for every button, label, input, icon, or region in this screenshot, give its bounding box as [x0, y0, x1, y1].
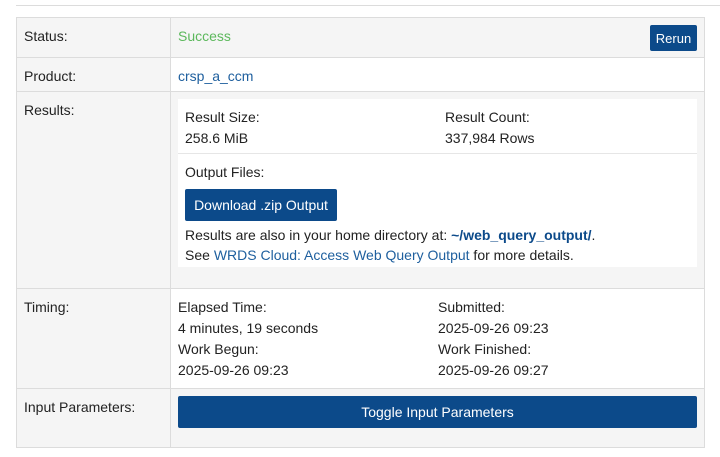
input-parameters-label: Input Parameters:	[24, 399, 136, 415]
elapsed-time: Elapsed Time: 4 minutes, 19 seconds	[178, 297, 318, 339]
results-box: Result Size: 258.6 MiB Result Count: 337…	[178, 99, 697, 267]
input-parameters-value-cell: Toggle Input Parameters	[170, 388, 705, 448]
home-directory-suffix: .	[591, 227, 596, 243]
home-directory-text: Results are also in your home directory …	[185, 227, 452, 243]
output-files: Output Files: Download .zip Output Resul…	[178, 154, 697, 265]
see-suffix: for more details.	[469, 247, 574, 263]
result-size: Result Size: 258.6 MiB	[185, 107, 260, 149]
status-label: Status:	[24, 28, 68, 44]
results-summary: Result Size: 258.6 MiB Result Count: 337…	[178, 99, 697, 154]
result-size-value: 258.6 MiB	[185, 130, 249, 146]
status-row: Status: Success Rerun	[16, 17, 705, 58]
work-begun-value: 2025-09-26 09:23	[178, 362, 289, 378]
home-directory-note: Results are also in your home directory …	[185, 225, 690, 245]
result-count: Result Count: 337,984 Rows	[445, 107, 535, 149]
status-value: Success	[178, 28, 231, 44]
result-size-label: Result Size:	[185, 109, 260, 125]
download-zip-button[interactable]: Download .zip Output	[185, 189, 337, 221]
result-count-value: 337,984 Rows	[445, 130, 535, 146]
timing-grid: Elapsed Time: 4 minutes, 19 seconds Subm…	[171, 289, 704, 388]
input-parameters-label-cell: Input Parameters:	[16, 388, 171, 448]
elapsed-time-label: Elapsed Time:	[178, 299, 267, 315]
job-details-table: Status: Success Rerun Product: crsp_a_cc…	[16, 17, 705, 448]
work-begun-label: Work Begun:	[178, 341, 259, 357]
toggle-input-parameters-button[interactable]: Toggle Input Parameters	[178, 396, 697, 428]
submitted-label: Submitted:	[438, 299, 505, 315]
work-finished-label: Work Finished:	[438, 341, 532, 357]
timing-label-cell: Timing:	[16, 288, 171, 389]
work-finished: Work Finished: 2025-09-26 09:27	[438, 339, 549, 381]
output-files-label: Output Files:	[185, 164, 265, 180]
submitted: Submitted: 2025-09-26 09:23	[438, 297, 549, 339]
timing-row: Timing: Elapsed Time: 4 minutes, 19 seco…	[16, 288, 705, 389]
home-directory-path: ~/web_query_output/	[451, 227, 592, 243]
results-label: Results:	[24, 102, 75, 118]
wrds-cloud-link[interactable]: WRDS Cloud: Access Web Query Output	[214, 247, 470, 263]
product-row: Product: crsp_a_ccm	[16, 57, 705, 92]
status-value-cell: Success Rerun	[170, 17, 705, 58]
timing-value-cell: Elapsed Time: 4 minutes, 19 seconds Subm…	[170, 288, 705, 389]
result-count-label: Result Count:	[445, 109, 530, 125]
work-finished-value: 2025-09-26 09:27	[438, 362, 549, 378]
timing-label: Timing:	[24, 299, 70, 315]
submitted-value: 2025-09-26 09:23	[438, 320, 549, 336]
work-begun: Work Begun: 2025-09-26 09:23	[178, 339, 289, 381]
top-divider	[16, 5, 720, 6]
results-value-cell: Result Size: 258.6 MiB Result Count: 337…	[170, 91, 705, 289]
results-label-cell: Results:	[16, 91, 171, 289]
see-more-note: See WRDS Cloud: Access Web Query Output …	[185, 245, 690, 265]
product-link[interactable]: crsp_a_ccm	[171, 58, 704, 84]
see-prefix: See	[185, 247, 214, 263]
product-value-cell: crsp_a_ccm	[170, 57, 705, 92]
rerun-button[interactable]: Rerun	[650, 25, 697, 51]
status-label-cell: Status:	[16, 17, 171, 58]
input-parameters-row: Input Parameters: Toggle Input Parameter…	[16, 388, 705, 448]
product-label: Product:	[24, 68, 77, 84]
elapsed-time-value: 4 minutes, 19 seconds	[178, 320, 319, 336]
results-row: Results: Result Size: 258.6 MiB Result C…	[16, 91, 705, 289]
product-label-cell: Product:	[16, 57, 171, 92]
